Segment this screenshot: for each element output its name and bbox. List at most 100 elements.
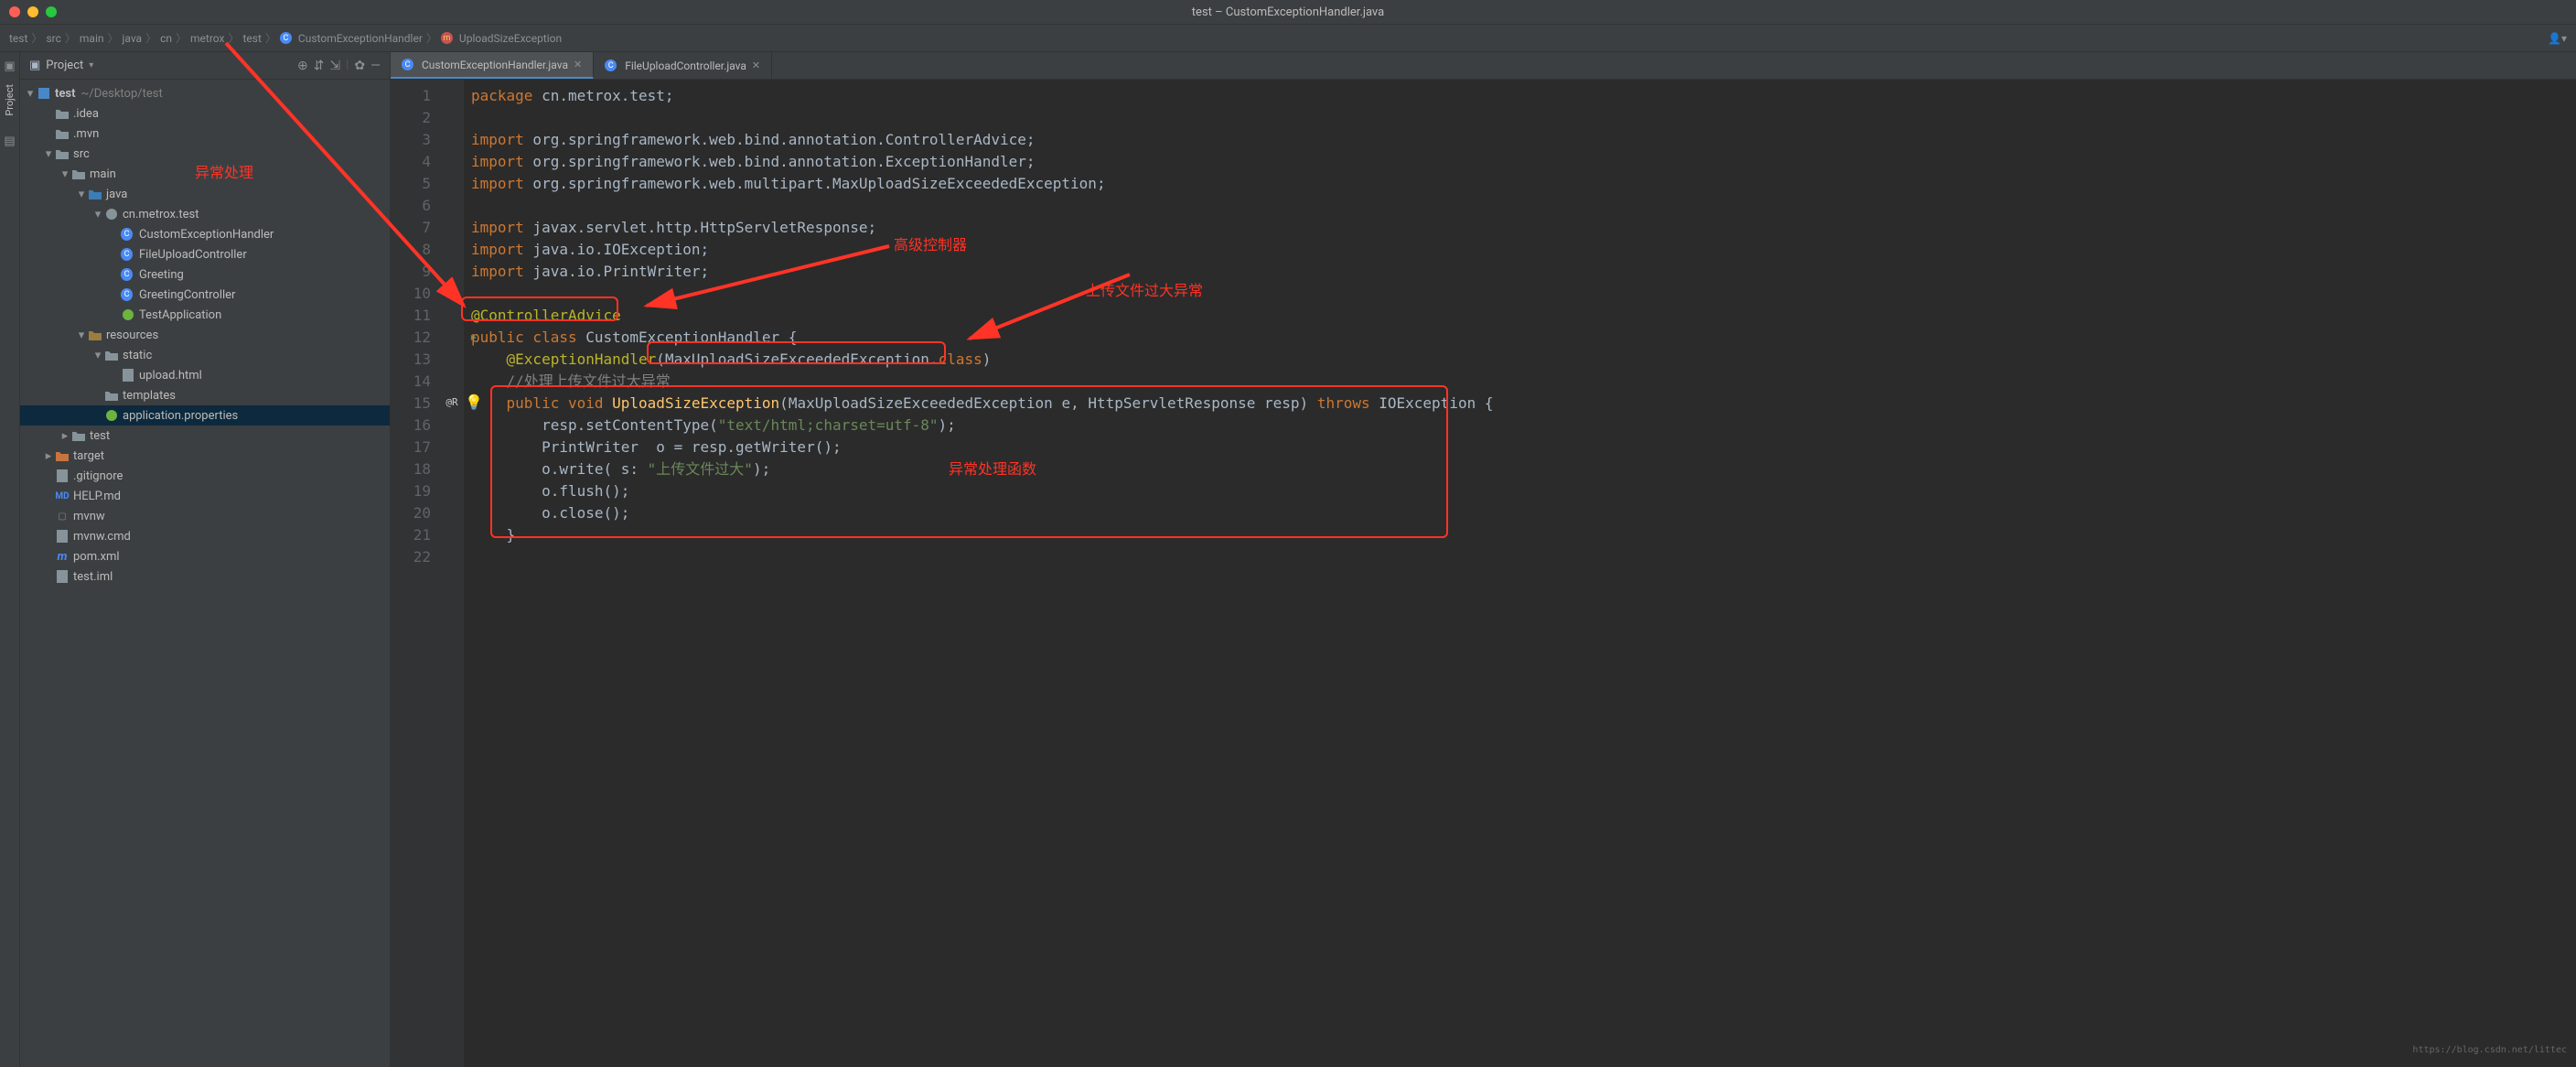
tree-row[interactable]: ▸target — [20, 446, 390, 466]
code-line[interactable]: import java.io.IOException; — [471, 239, 2569, 261]
tree-row[interactable]: MDHELP.md — [20, 486, 390, 506]
tree-item-label: templates — [123, 389, 176, 403]
code-line[interactable]: import org.springframework.web.bind.anno… — [471, 151, 2569, 173]
tree-row[interactable]: C GreetingController — [20, 285, 390, 305]
project-tool-tab[interactable]: Project — [2, 79, 17, 122]
tree-row[interactable]: .mvn — [20, 124, 390, 144]
code-line[interactable]: @ControllerAdvice — [471, 305, 2569, 327]
tree-row[interactable]: ▾cn.metrox.test — [20, 204, 390, 224]
tree-row[interactable]: upload.html — [20, 365, 390, 385]
breadcrumb-item[interactable]: UploadSizeException — [459, 32, 562, 45]
tree-row[interactable]: test.iml — [20, 566, 390, 587]
tree-row[interactable]: ▸test — [20, 426, 390, 446]
tree-icon: C — [121, 228, 135, 241]
code-line[interactable] — [471, 283, 2569, 305]
tree-row[interactable]: CGreeting — [20, 264, 390, 285]
breadcrumb-item[interactable]: CustomExceptionHandler — [298, 32, 423, 45]
code-line[interactable]: //处理上传文件过大异常 — [471, 371, 2569, 393]
tree-item-label: java — [106, 188, 127, 201]
tree-row[interactable]: ▢mvnw — [20, 506, 390, 526]
class-icon: C — [280, 32, 292, 44]
code-view[interactable]: 12345678910111213141516171819202122 @R 💡… — [391, 80, 2576, 1067]
code-line[interactable]: import org.springframework.web.multipart… — [471, 173, 2569, 195]
tree-item-label: main — [90, 167, 116, 181]
expand-icon[interactable]: ⇵ — [314, 59, 325, 73]
project-title[interactable]: Project — [46, 59, 83, 72]
user-icon[interactable]: 👤▾ — [2548, 32, 2567, 45]
tree-icon: C — [121, 268, 135, 281]
titlebar: test – CustomExceptionHandler.java — [0, 0, 2576, 25]
code-line[interactable]: import javax.servlet.http.HttpServletRes… — [471, 217, 2569, 239]
code-line[interactable]: o.flush(); — [471, 480, 2569, 502]
editor-tab[interactable]: C FileUploadController.java ✕ — [594, 52, 772, 79]
tree-item-label: .gitignore — [73, 469, 123, 483]
project-tree[interactable]: ▾ test ~/Desktop/test .idea.mvn▾src▾main… — [20, 80, 390, 587]
tree-row[interactable]: .gitignore — [20, 466, 390, 486]
settings-icon[interactable]: ✿ — [354, 59, 365, 73]
tree-row[interactable]: ▾static — [20, 345, 390, 365]
gutter-marker[interactable]: @R — [442, 393, 462, 413]
tree-icon: C — [121, 288, 135, 301]
code-line[interactable]: @ExceptionHandler(MaxUploadSizeExceededE… — [471, 349, 2569, 371]
class-icon: C — [605, 59, 617, 71]
locate-icon[interactable]: ⊕ — [297, 59, 308, 73]
minimize-button[interactable] — [27, 6, 38, 17]
tree-icon — [121, 308, 135, 321]
project-icon: ▣ — [29, 59, 40, 72]
tree-row-root[interactable]: ▾ test ~/Desktop/test — [20, 83, 390, 103]
tree-row[interactable]: .idea — [20, 103, 390, 124]
close-button[interactable] — [9, 6, 20, 17]
code-line[interactable]: PrintWriter o = resp.getWriter(); — [471, 436, 2569, 458]
code-line[interactable]: o.close(); — [471, 502, 2569, 524]
tree-row[interactable]: ▾resources — [20, 325, 390, 345]
tree-item-label: application.properties — [123, 409, 238, 423]
tree-row[interactable]: mpom.xml — [20, 546, 390, 566]
tree-row[interactable]: CCustomExceptionHandler — [20, 224, 390, 244]
code-line[interactable]: public void UploadSizeException(MaxUploa… — [471, 393, 2569, 415]
tree-row[interactable]: mvnw.cmd — [20, 526, 390, 546]
code-line[interactable] — [471, 546, 2569, 568]
breadcrumb-item[interactable]: src — [46, 32, 60, 45]
hide-icon[interactable]: — — [370, 59, 381, 73]
project-tool-icon[interactable]: ▣ — [4, 59, 15, 73]
tree-row[interactable]: ▾java — [20, 184, 390, 204]
editor-tab-active[interactable]: C CustomExceptionHandler.java ✕ — [391, 52, 594, 79]
code-line[interactable] — [471, 107, 2569, 129]
breadcrumb-item[interactable]: cn — [160, 32, 172, 45]
code-line[interactable]: } — [471, 524, 2569, 546]
breadcrumb-item[interactable]: test — [242, 32, 261, 45]
code-line[interactable]: public class CustomExceptionHandler { — [471, 327, 2569, 349]
collapse-icon[interactable]: ⇲ — [329, 59, 340, 73]
tree-icon — [55, 469, 70, 482]
code-line[interactable]: import org.springframework.web.bind.anno… — [471, 129, 2569, 151]
tree-item-label: HELP.md — [73, 490, 121, 503]
breadcrumb-item[interactable]: java — [123, 32, 143, 45]
tree-row[interactable]: CFileUploadController — [20, 244, 390, 264]
breadcrumb-item[interactable]: main — [80, 32, 104, 45]
class-icon: C — [402, 59, 413, 70]
tree-icon — [55, 108, 70, 119]
close-icon[interactable]: ✕ — [752, 59, 760, 71]
structure-tool-icon[interactable]: ▤ — [4, 135, 15, 148]
code-line[interactable]: import java.io.PrintWriter; — [471, 261, 2569, 283]
tree-icon: C — [121, 248, 135, 261]
tree-row[interactable]: application.properties — [20, 405, 390, 426]
breadcrumb-item[interactable]: test — [9, 32, 27, 45]
code-line[interactable]: resp.setContentType("text/html;charset=u… — [471, 415, 2569, 436]
breadcrumb: test〉 src〉 main〉 java〉 cn〉 metrox〉 test〉… — [0, 25, 2576, 52]
tree-row[interactable]: templates — [20, 385, 390, 405]
tree-item-label: GreetingController — [139, 288, 235, 302]
module-icon — [37, 87, 51, 100]
code-line[interactable] — [471, 195, 2569, 217]
code-lines[interactable]: 高级控制器 上传文件过大异常 异常处理函数 package cn.metrox.… — [464, 80, 2576, 1067]
close-icon[interactable]: ✕ — [574, 59, 582, 70]
breadcrumb-item[interactable]: metrox — [190, 32, 224, 45]
tree-item-label: TestApplication — [139, 308, 221, 322]
tree-row[interactable]: TestApplication — [20, 305, 390, 325]
tree-item-label: .mvn — [73, 127, 99, 141]
zoom-button[interactable] — [46, 6, 57, 17]
code-line[interactable]: package cn.metrox.test; — [471, 85, 2569, 107]
method-icon: m — [441, 32, 453, 44]
code-line[interactable]: o.write( s: "上传文件过大"); — [471, 458, 2569, 480]
project-header: ▣ Project ▾ ⊕ ⇵ ⇲ | ✿ — — [20, 52, 390, 80]
